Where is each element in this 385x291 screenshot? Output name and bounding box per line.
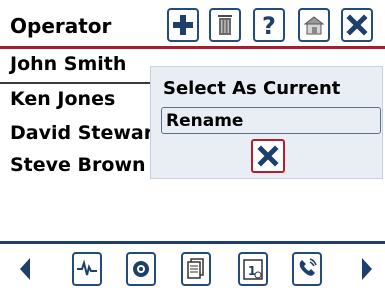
documents-icon — [187, 258, 204, 279]
popup-close-button[interactable] — [251, 139, 285, 173]
header-divider — [0, 46, 385, 49]
context-popup: Select As Current Rename — [150, 66, 383, 179]
phone-button[interactable] — [292, 252, 322, 286]
operator-item[interactable]: John Smith — [10, 53, 126, 75]
home-button[interactable] — [298, 8, 330, 42]
help-button[interactable]: ? — [253, 8, 285, 42]
next-button[interactable] — [360, 257, 374, 281]
documents-button[interactable] — [181, 252, 211, 286]
list-divider — [0, 82, 150, 84]
close-icon — [257, 145, 279, 167]
select-as-current-option[interactable]: Select As Current — [163, 78, 340, 99]
operator-item[interactable]: Ken Jones — [10, 88, 115, 110]
delete-button[interactable] — [209, 8, 241, 42]
calendar-icon: 1 — [243, 259, 263, 280]
close-icon — [346, 14, 368, 36]
add-button[interactable] — [167, 8, 199, 42]
rename-label: Rename — [166, 111, 244, 131]
signal-icon — [77, 259, 97, 276]
rename-option[interactable]: Rename — [161, 107, 381, 134]
trash-icon — [218, 15, 232, 35]
footer-bar: 1 — [0, 244, 385, 291]
emblem-icon — [133, 261, 149, 277]
signal-button[interactable] — [72, 252, 102, 286]
arrow-left-icon — [20, 258, 30, 280]
close-button[interactable] — [341, 8, 373, 42]
emblem-button[interactable] — [126, 252, 156, 286]
page-title: Operator — [10, 14, 112, 38]
help-icon: ? — [262, 12, 276, 38]
operator-item[interactable]: David Stewart — [10, 122, 162, 144]
home-icon — [303, 16, 325, 35]
operator-item[interactable]: Steve Brown — [10, 154, 146, 176]
arrow-right-icon — [362, 258, 372, 280]
svg-text:?: ? — [262, 12, 276, 38]
add-icon — [173, 15, 193, 35]
header-bar: Operator ? — [0, 0, 385, 46]
calendar-button[interactable]: 1 — [238, 252, 268, 286]
prev-button[interactable] — [18, 257, 32, 281]
phone-icon — [299, 258, 317, 276]
